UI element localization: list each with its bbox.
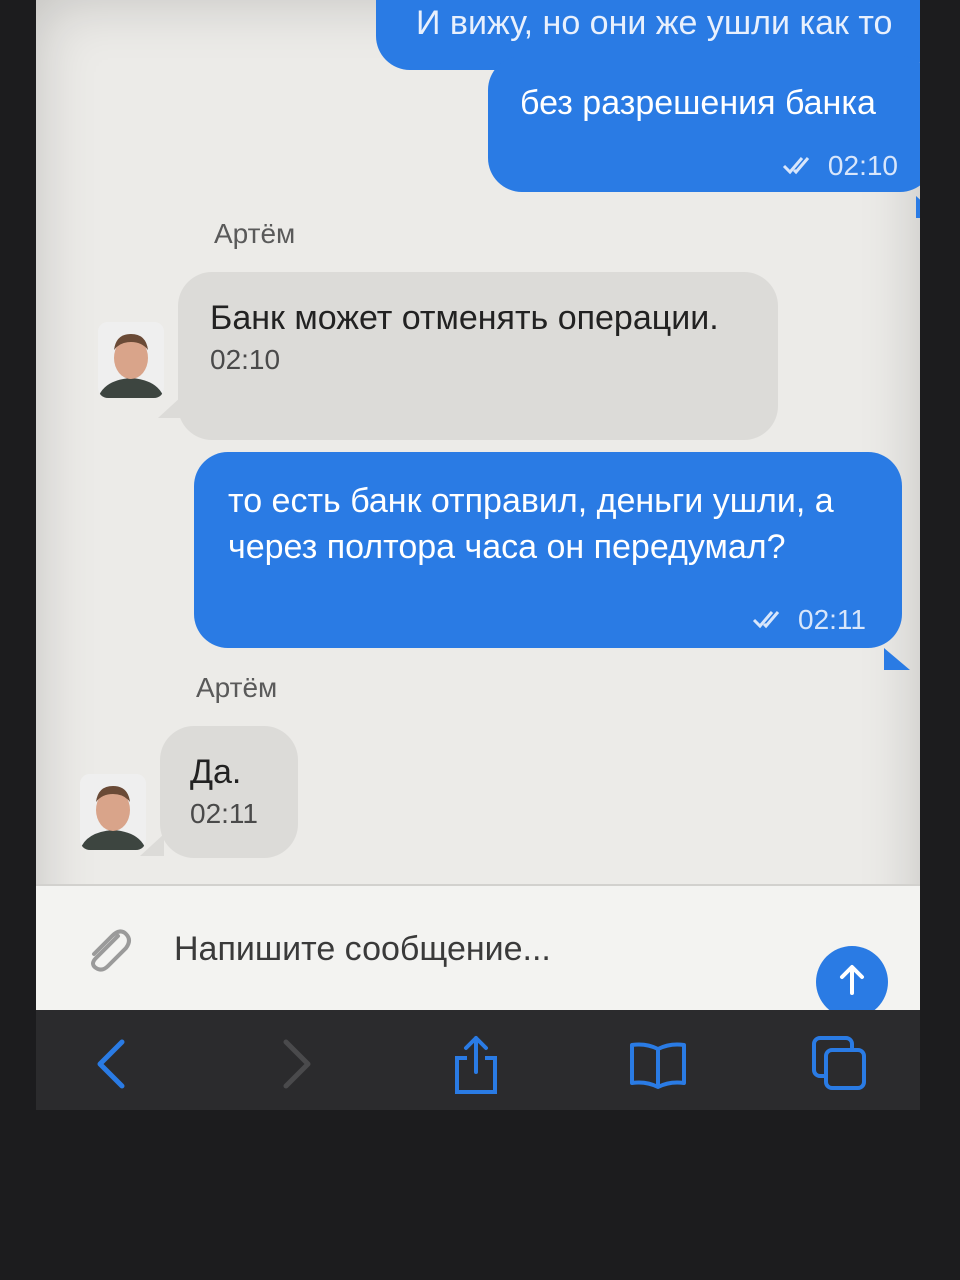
message-text-line: через полтора часа он передумал?: [228, 528, 786, 566]
forward-icon[interactable]: [266, 1034, 326, 1094]
bookmarks-icon[interactable]: [628, 1034, 688, 1094]
browser-toolbar: [36, 1010, 920, 1110]
avatar[interactable]: [98, 322, 164, 398]
bubble-tail: [916, 196, 920, 218]
message-text: без разрешения банка: [520, 84, 876, 122]
back-icon[interactable]: [82, 1034, 142, 1094]
message-text: Банк может отменять операции.: [210, 299, 719, 337]
bubble-tail: [884, 648, 910, 670]
send-button[interactable]: [816, 946, 888, 1018]
message-text-line: то есть банк отправил, деньги ушли, а: [228, 482, 834, 520]
message-text: Да.: [190, 753, 242, 791]
sender-name: Артём: [214, 218, 296, 249]
chat-screen: И вижу, но они же ушли как то без разреш…: [36, 0, 920, 1110]
message-time: 02:11: [798, 604, 866, 635]
message-outgoing[interactable]: без разрешения банка 02:10: [488, 56, 920, 192]
arrow-up-icon: [837, 963, 867, 1002]
double-check-icon: [782, 150, 818, 182]
avatar[interactable]: [80, 774, 146, 850]
bubble-tail: [158, 396, 182, 418]
message-incoming[interactable]: Да. 02:11: [160, 726, 298, 858]
message-input[interactable]: [174, 924, 774, 974]
tabs-icon[interactable]: [810, 1034, 870, 1094]
message-time: 02:10: [827, 150, 898, 181]
double-check-icon: [752, 604, 788, 636]
message-outgoing[interactable]: то есть банк отправил, деньги ушли, а че…: [194, 452, 902, 648]
share-icon[interactable]: [446, 1034, 506, 1094]
bubble-tail: [140, 834, 164, 856]
paperclip-icon[interactable]: [80, 922, 136, 978]
message-text: И вижу, но они же ушли как то: [416, 4, 893, 42]
message-time: 02:10: [210, 344, 281, 375]
message-incoming[interactable]: Банк может отменять операции. 02:10: [178, 272, 778, 440]
sender-name: Артём: [196, 672, 278, 703]
message-time: 02:11: [190, 798, 258, 829]
message-composer: [36, 886, 920, 1018]
